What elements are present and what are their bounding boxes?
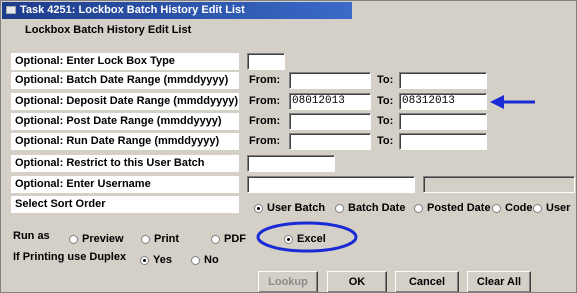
arrow-annotation-icon bbox=[490, 95, 535, 109]
lockbox-window: Task 4251: Lockbox Batch History Edit Li… bbox=[0, 0, 577, 293]
annotation-overlay bbox=[256, 95, 535, 253]
excel-highlight-circle bbox=[256, 221, 358, 253]
